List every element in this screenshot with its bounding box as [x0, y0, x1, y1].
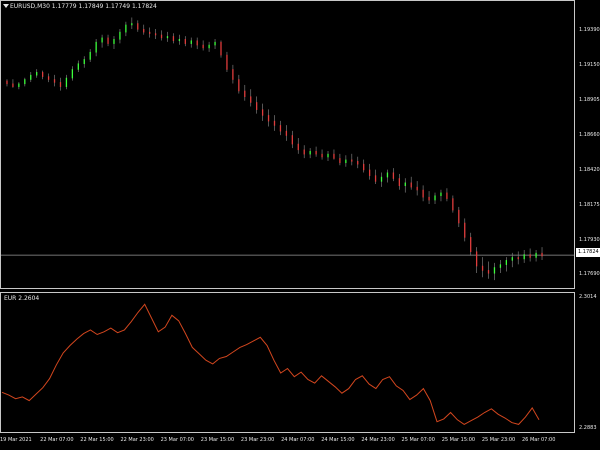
price-axis-label: 1.18420: [579, 166, 600, 173]
price-axis-label: 1.19150: [579, 61, 600, 68]
price-axis-label: 1.17930: [579, 236, 600, 243]
time-axis-label: 26 Mar 07:00: [522, 437, 556, 443]
time-axis-label: 25 Mar 15:00: [441, 437, 476, 443]
time-axis-label: 22 Mar 07:00: [40, 437, 74, 443]
price-axis-label: 1.18660: [579, 132, 600, 139]
time-axis-label: 23 Mar 15:00: [200, 437, 235, 443]
time-axis-label: 25 Mar 23:00: [481, 437, 516, 443]
time-axis-label: 25 Mar 07:00: [401, 437, 435, 443]
time-axis-label: 19 Mar 2021: [0, 437, 32, 443]
price-axis-label: 1.19390: [579, 27, 600, 34]
time-axis-label: 22 Mar 15:00: [80, 437, 114, 443]
time-axis-label: 24 Mar 23:00: [361, 437, 395, 443]
time-axis-label: 23 Mar 07:00: [160, 437, 194, 443]
time-axis-label: 24 Mar 15:00: [321, 437, 355, 443]
indicator-axis-top: 2.3014: [579, 294, 597, 300]
chevron-down-icon[interactable]: [3, 4, 9, 8]
current-price-tag: 1.17824: [576, 248, 600, 257]
price-axis-label: 1.18905: [579, 97, 600, 103]
time-axis-label: 22 Mar 23:00: [120, 437, 154, 443]
main-chart-frame: [0, 0, 575, 289]
time-axis-label: 23 Mar 23:00: [240, 437, 275, 443]
indicator-axis-bottom: 2.2883: [579, 425, 597, 431]
time-axis-label: 24 Mar 07:00: [281, 437, 315, 443]
indicator-label: EUR 2.2604: [4, 295, 40, 302]
price-axis-label: 1.17690: [579, 271, 600, 278]
price-axis-label: 1.18175: [579, 201, 600, 208]
chart-window[interactable]: EURUSD,M30 1.17779 1.17849 1.17749 1.178…: [0, 0, 600, 450]
indicator-frame: [0, 292, 575, 433]
symbol-info: EURUSD,M30 1.17779 1.17849 1.17749 1.178…: [10, 3, 157, 10]
